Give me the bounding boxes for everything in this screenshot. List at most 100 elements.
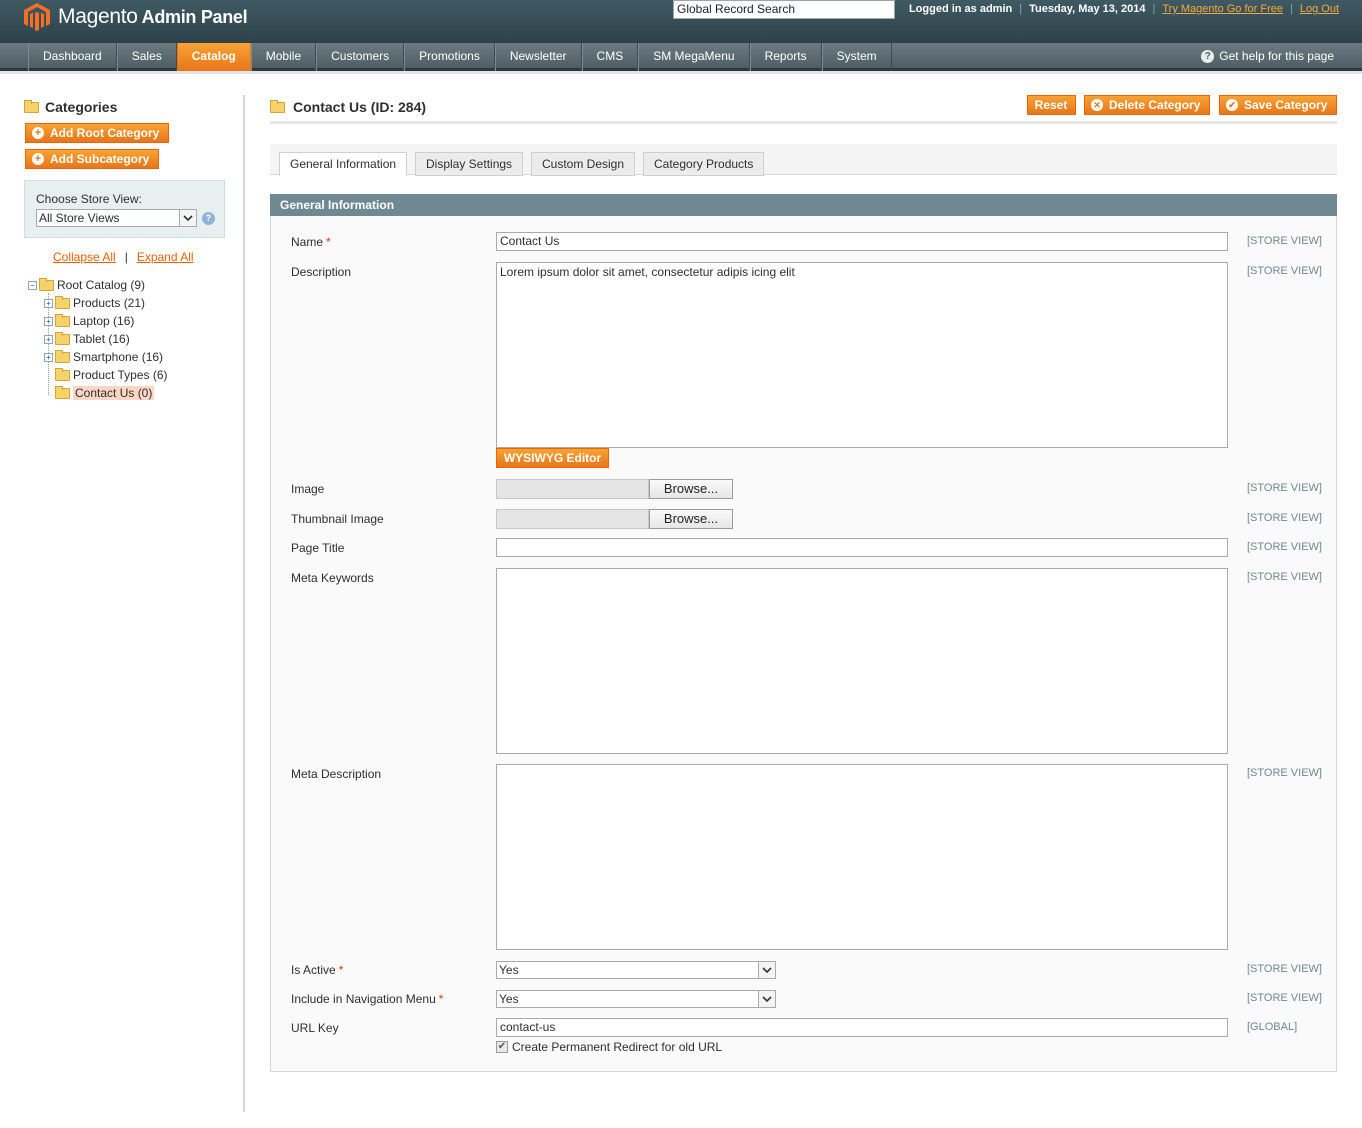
name-label: Name * bbox=[291, 235, 331, 249]
is-active-label: Is Active * bbox=[291, 963, 343, 977]
scope-label: [STORE VIEW] bbox=[1247, 992, 1322, 1004]
nav-sm-megamenu[interactable]: SM MegaMenu bbox=[638, 43, 750, 71]
tree-node-contact-us[interactable]: Contact Us (0) bbox=[55, 385, 155, 401]
tree-node-products[interactable]: + Products (21) bbox=[44, 295, 145, 311]
help-link[interactable]: ? Get help for this page bbox=[1201, 49, 1334, 63]
delete-icon: ✕ bbox=[1091, 99, 1103, 111]
tree-node-laptop[interactable]: + Laptop (16) bbox=[44, 313, 134, 329]
required-mark: * bbox=[438, 992, 444, 1006]
description-textarea[interactable]: Lorem ipsum dolor sit amet, consectetur … bbox=[496, 262, 1228, 448]
folder-icon bbox=[55, 313, 70, 327]
tab-general-information[interactable]: General Information bbox=[279, 152, 408, 176]
nav-mobile[interactable]: Mobile bbox=[250, 43, 317, 71]
page-title-input[interactable] bbox=[496, 538, 1228, 557]
include-nav-value: Yes bbox=[499, 992, 519, 1006]
image-label: Image bbox=[291, 482, 325, 496]
nav-sales[interactable]: Sales bbox=[116, 43, 177, 71]
meta-description-textarea[interactable] bbox=[496, 764, 1228, 950]
tabs-bar: General Information Display Settings Cus… bbox=[270, 144, 1337, 176]
tree-node-label: Contact Us (0) bbox=[73, 386, 155, 400]
scope-label: [STORE VIEW] bbox=[1247, 482, 1322, 494]
tree-node-root-catalog[interactable]: − Root Catalog (9) bbox=[28, 277, 145, 293]
is-active-value: Yes bbox=[499, 963, 519, 977]
scope-label: [STORE VIEW] bbox=[1247, 571, 1322, 583]
is-active-select[interactable]: Yes bbox=[496, 961, 776, 979]
reset-button[interactable]: Reset bbox=[1027, 95, 1076, 115]
nav-customers[interactable]: Customers bbox=[316, 43, 405, 71]
add-subcategory-label: Add Subcategory bbox=[50, 152, 150, 166]
folder-icon bbox=[24, 99, 39, 113]
save-category-button[interactable]: ✔ Save Category bbox=[1219, 95, 1337, 115]
add-subcategory-button[interactable]: + Add Subcategory bbox=[25, 149, 159, 169]
expand-icon[interactable]: + bbox=[44, 352, 53, 362]
try-magento-link[interactable]: Try Magento Go for Free bbox=[1162, 3, 1283, 15]
nav-system[interactable]: System bbox=[821, 43, 892, 71]
logout-link[interactable]: Log Out bbox=[1300, 3, 1339, 15]
collapse-icon[interactable]: − bbox=[28, 280, 37, 290]
thumbnail-file-path bbox=[496, 509, 649, 529]
expand-icon[interactable]: + bbox=[44, 298, 53, 308]
scope-label: [STORE VIEW] bbox=[1247, 265, 1322, 277]
tab-category-products[interactable]: Category Products bbox=[643, 152, 765, 176]
chevron-down-icon bbox=[758, 991, 775, 1007]
folder-icon bbox=[55, 331, 70, 345]
scope-label: [STORE VIEW] bbox=[1247, 512, 1322, 524]
tree-node-label: Product Types (6) bbox=[73, 368, 168, 382]
redirect-checkbox-row: ✔ Create Permanent Redirect for old URL bbox=[496, 1040, 722, 1054]
nav-newsletter[interactable]: Newsletter bbox=[494, 43, 582, 71]
header-separator: | bbox=[1152, 3, 1156, 15]
nav-catalog[interactable]: Catalog bbox=[176, 43, 251, 71]
image-file-input[interactable]: Browse... bbox=[496, 479, 733, 499]
name-label-text: Name bbox=[291, 235, 324, 249]
header-user-info: Logged in as admin | Tuesday, May 13, 20… bbox=[909, 3, 1339, 15]
image-browse-button[interactable]: Browse... bbox=[649, 479, 733, 499]
description-label: Description bbox=[291, 265, 352, 279]
collapse-all-link[interactable]: Collapse All bbox=[53, 250, 116, 264]
tree-node-label: Smartphone (16) bbox=[73, 350, 164, 364]
page-title-text: Contact Us (ID: 284) bbox=[293, 99, 427, 115]
scope-label: [STORE VIEW] bbox=[1247, 541, 1322, 553]
nav-cms[interactable]: CMS bbox=[581, 43, 639, 71]
expand-icon[interactable]: + bbox=[44, 334, 53, 344]
redirect-checkbox[interactable]: ✔ bbox=[496, 1041, 508, 1053]
expand-icon[interactable]: + bbox=[44, 316, 53, 326]
store-view-select[interactable]: All Store Views bbox=[36, 209, 197, 227]
thumbnail-browse-button[interactable]: Browse... bbox=[649, 509, 733, 529]
url-key-input[interactable]: contact-us bbox=[496, 1018, 1228, 1037]
nav-dashboard[interactable]: Dashboard bbox=[28, 43, 117, 71]
logo-text: Magento bbox=[58, 5, 138, 28]
categories-title-text: Categories bbox=[45, 99, 118, 115]
meta-keywords-textarea[interactable] bbox=[496, 568, 1228, 754]
expand-all-link[interactable]: Expand All bbox=[137, 250, 194, 264]
include-nav-select[interactable]: Yes bbox=[496, 990, 776, 1008]
scope-label: [STORE VIEW] bbox=[1247, 767, 1322, 779]
tree-node-tablet[interactable]: + Tablet (16) bbox=[44, 331, 130, 347]
tree-node-label: Products (21) bbox=[73, 296, 146, 310]
thumbnail-label: Thumbnail Image bbox=[291, 512, 384, 526]
categories-title: Categories bbox=[24, 99, 117, 115]
tree-node-smartphone[interactable]: + Smartphone (16) bbox=[44, 349, 163, 365]
chevron-down-icon bbox=[758, 962, 775, 978]
global-search-input[interactable]: Global Record Search bbox=[673, 0, 895, 19]
folder-icon bbox=[55, 367, 70, 381]
tab-display-settings[interactable]: Display Settings bbox=[415, 152, 524, 176]
magento-logo[interactable]: Magento Admin Panel bbox=[24, 2, 248, 32]
image-file-path bbox=[496, 479, 649, 499]
wysiwyg-editor-button[interactable]: WYSIWYG Editor bbox=[496, 448, 609, 468]
name-input[interactable]: Contact Us bbox=[496, 232, 1228, 251]
folder-icon bbox=[55, 295, 70, 309]
thumbnail-file-input[interactable]: Browse... bbox=[496, 509, 733, 529]
sidebar-divider bbox=[243, 95, 245, 1112]
nav-reports[interactable]: Reports bbox=[749, 43, 822, 71]
reset-label: Reset bbox=[1034, 98, 1068, 112]
help-icon: ? bbox=[1201, 49, 1215, 63]
tab-custom-design[interactable]: Custom Design bbox=[531, 152, 636, 176]
general-information-form: Name * Contact Us [STORE VIEW] Descriptio… bbox=[270, 216, 1337, 1072]
add-root-category-button[interactable]: + Add Root Category bbox=[25, 123, 169, 143]
help-icon[interactable]: ? bbox=[202, 212, 215, 225]
tree-node-product-types[interactable]: Product Types (6) bbox=[55, 367, 168, 383]
delete-category-button[interactable]: ✕ Delete Category bbox=[1084, 95, 1210, 115]
tree-node-label: Laptop (16) bbox=[73, 314, 135, 328]
nav-promotions[interactable]: Promotions bbox=[404, 43, 495, 71]
plus-icon: + bbox=[32, 153, 44, 165]
